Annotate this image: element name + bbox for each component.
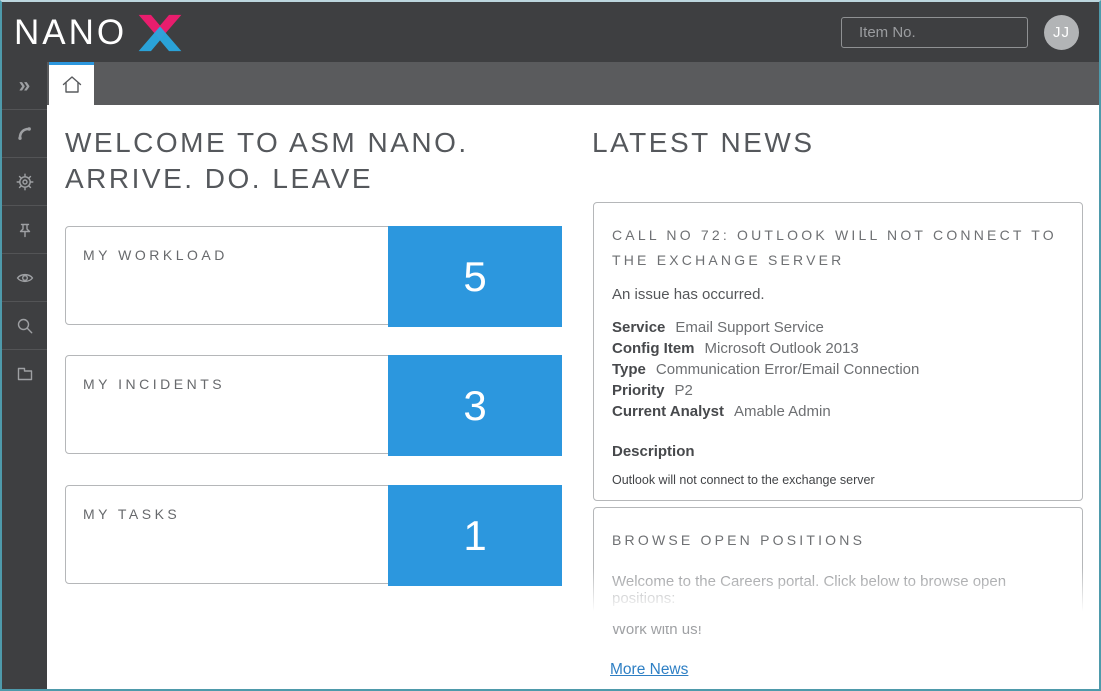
my-workload-count: 5 [463, 253, 486, 301]
item-search-box[interactable] [841, 17, 1028, 48]
news-article-title: CALL NO 72: OUTLOOK WILL NOT CONNECT TO … [612, 223, 1064, 273]
tab-home[interactable] [49, 62, 94, 105]
window-icon [15, 364, 35, 384]
logo-text: NANO [14, 15, 127, 50]
sidebar-item-windows[interactable] [2, 350, 47, 398]
field-type-label: Type [612, 361, 646, 378]
field-current-analyst-label: Current Analyst [612, 403, 724, 420]
news-article-call-72[interactable]: CALL NO 72: OUTLOOK WILL NOT CONNECT TO … [593, 202, 1083, 501]
field-service-label: Service [612, 319, 665, 336]
latest-news-heading: LATEST NEWS [592, 125, 815, 161]
field-priority-label: Priority [612, 382, 665, 399]
news-article-open-positions[interactable]: BROWSE OPEN POSITIONS Welcome to the Car… [593, 507, 1083, 625]
main-content: WELCOME TO ASM NANO. ARRIVE. DO. LEAVE L… [47, 105, 1099, 689]
item-search-input[interactable] [859, 24, 1058, 41]
field-service-value: Email Support Service [675, 319, 823, 336]
top-header-bar: NANO JJ [2, 2, 1099, 62]
app-window: NANO JJ » [0, 0, 1101, 691]
sidebar-item-settings[interactable] [2, 158, 47, 206]
sidebar-item-watch[interactable] [2, 254, 47, 302]
field-config-item-label: Config Item [612, 340, 695, 357]
sidebar-item-calls[interactable] [2, 110, 47, 158]
user-avatar[interactable]: JJ [1044, 15, 1079, 50]
careers-teaser: Work with us! [612, 621, 1064, 638]
left-sidebar: » [2, 62, 47, 689]
welcome-line-2: ARRIVE. DO. LEAVE [65, 161, 580, 197]
my-workload-count-box: 5 [388, 226, 562, 327]
my-tasks-count: 1 [463, 512, 486, 560]
search-icon [15, 316, 35, 336]
more-news-link[interactable]: More News [610, 661, 688, 679]
field-service: Service Email Support Service [612, 317, 1064, 338]
my-incidents-count: 3 [463, 382, 486, 430]
field-current-analyst-value: Amable Admin [734, 403, 831, 420]
app-logo: NANO [14, 11, 183, 53]
welcome-heading: WELCOME TO ASM NANO. ARRIVE. DO. LEAVE [65, 125, 580, 197]
avatar-initials: JJ [1053, 24, 1070, 41]
field-config-item: Config Item Microsoft Outlook 2013 [612, 338, 1064, 359]
field-current-analyst: Current Analyst Amable Admin [612, 401, 1064, 422]
field-priority: Priority P2 [612, 380, 1064, 401]
my-incidents-label: MY INCIDENTS [83, 376, 225, 392]
my-workload-label: MY WORKLOAD [83, 247, 228, 263]
double-chevron-right-icon: » [19, 75, 31, 96]
field-priority-value: P2 [675, 382, 693, 399]
phone-icon [15, 124, 35, 144]
my-workload-card[interactable]: MY WORKLOAD 5 [65, 226, 561, 325]
news-article-fields: Service Email Support Service Config Item… [612, 317, 1064, 422]
description-text: Outlook will not connect to the exchange… [612, 473, 1064, 487]
my-tasks-count-box: 1 [388, 485, 562, 586]
sidebar-item-search[interactable] [2, 302, 47, 350]
description-label: Description [612, 443, 1064, 460]
my-incidents-card[interactable]: MY INCIDENTS 3 [65, 355, 561, 454]
my-incidents-count-box: 3 [388, 355, 562, 456]
tab-strip [47, 62, 1099, 105]
gear-icon [15, 172, 35, 192]
my-tasks-card[interactable]: MY TASKS 1 [65, 485, 561, 584]
my-tasks-label: MY TASKS [83, 506, 180, 522]
sidebar-expand-button[interactable]: » [2, 62, 47, 110]
sidebar-item-pinned[interactable] [2, 206, 47, 254]
welcome-line-1: WELCOME TO ASM NANO. [65, 125, 580, 161]
field-config-item-value: Microsoft Outlook 2013 [705, 340, 859, 357]
field-type: Type Communication Error/Email Connection [612, 359, 1064, 380]
field-type-value: Communication Error/Email Connection [656, 361, 919, 378]
pin-icon [15, 220, 35, 240]
eye-icon [15, 268, 35, 288]
home-icon [59, 73, 85, 97]
careers-title: BROWSE OPEN POSITIONS [612, 528, 1064, 553]
news-article-intro: An issue has occurred. [612, 286, 1064, 303]
logo-x-icon [137, 13, 183, 53]
careers-intro: Welcome to the Careers portal. Click bel… [612, 573, 1064, 607]
